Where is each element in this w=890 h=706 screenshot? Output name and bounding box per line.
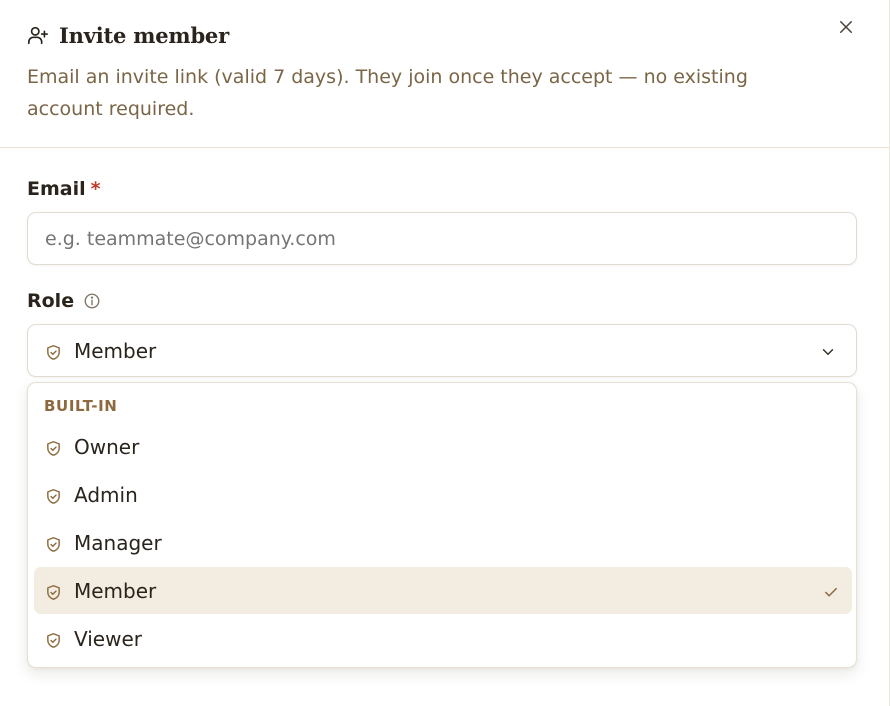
shield-check-icon (45, 582, 62, 600)
role-option-owner[interactable]: Owner (34, 423, 852, 470)
shield-check-icon (45, 486, 62, 504)
role-option-label: Member (74, 578, 157, 603)
dialog-description: Email an invite link (valid 7 days). The… (27, 66, 748, 120)
shield-check-icon (45, 342, 62, 360)
check-icon (822, 582, 840, 600)
email-input[interactable] (27, 212, 857, 265)
role-label: Role (27, 290, 101, 312)
dialog-header: Invite member Email an invite link (vali… (0, 0, 890, 148)
required-marker: * (90, 178, 101, 200)
invite-member-dialog: Invite member Email an invite link (vali… (0, 0, 890, 706)
chevron-down-icon (819, 342, 837, 360)
email-label-text: Email (27, 178, 86, 200)
role-option-admin[interactable]: Admin (34, 471, 852, 518)
role-option-member[interactable]: Member (34, 567, 852, 614)
shield-check-icon (45, 630, 62, 648)
email-label: Email * (27, 178, 101, 200)
shield-check-icon (45, 534, 62, 552)
menu-group-label: BUILT-IN (44, 397, 118, 415)
role-select[interactable]: Member (27, 324, 857, 377)
info-icon[interactable] (83, 292, 101, 310)
shield-check-icon (45, 438, 62, 456)
user-plus-icon (27, 24, 49, 46)
role-label-text: Role (27, 290, 75, 312)
role-dropdown-menu: BUILT-IN Owner Admin Manager Member View… (27, 382, 857, 668)
role-option-label: Manager (74, 530, 162, 555)
dialog-title: Invite member (59, 22, 229, 48)
dialog-title-row: Invite member (27, 20, 229, 50)
role-option-manager[interactable]: Manager (34, 519, 852, 566)
role-option-label: Owner (74, 434, 140, 459)
role-option-label: Viewer (74, 626, 142, 651)
close-icon (840, 21, 852, 33)
role-select-value: Member (74, 338, 157, 363)
close-button[interactable] (834, 15, 858, 39)
role-option-viewer[interactable]: Viewer (34, 615, 852, 662)
role-option-label: Admin (74, 482, 138, 507)
